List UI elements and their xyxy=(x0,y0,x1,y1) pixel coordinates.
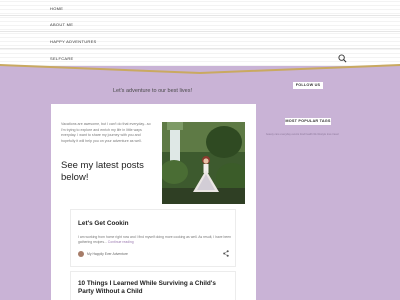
nav-divider xyxy=(0,48,400,49)
nav-item-selfcare[interactable]: SELFCARE xyxy=(50,56,74,61)
post-card[interactable]: 10 Things I Learned While Surviving a Ch… xyxy=(70,271,236,300)
latest-posts-heading: See my latest posts below! xyxy=(61,160,144,183)
nav-divider xyxy=(0,15,400,16)
author-avatar xyxy=(78,251,84,257)
post-card[interactable]: Let's Get Cookin I am working from home … xyxy=(70,209,236,267)
intro-text: Vacations are awesome, but I can't do th… xyxy=(61,122,151,143)
main-content-card: Vacations are awesome, but I can't do th… xyxy=(51,104,256,300)
post-excerpt: I am working from home right now and I f… xyxy=(78,235,232,244)
share-icon[interactable] xyxy=(223,250,229,257)
follow-us-widget-title: FOLLOW US xyxy=(293,82,323,89)
hero-photo xyxy=(162,122,245,204)
header-gold-chevron xyxy=(0,64,400,74)
post-title[interactable]: Let's Get Cookin xyxy=(78,220,228,228)
post-author[interactable]: My Happily Ever Adventure xyxy=(87,252,128,256)
nav-item-home[interactable]: HOME xyxy=(50,6,63,11)
site-tagline: Let's adventure to our best lives! xyxy=(112,88,192,94)
nav-divider xyxy=(0,31,400,32)
nav-item-about-me[interactable]: ABOUT ME xyxy=(50,22,73,27)
search-icon[interactable] xyxy=(338,54,347,63)
post-title[interactable]: 10 Things I Learned While Surviving a Ch… xyxy=(78,280,228,296)
popular-tags-widget-title: MOST POPULAR TAGS xyxy=(285,118,331,125)
continue-reading-link[interactable]: Continue reading xyxy=(108,240,134,244)
popular-tags-list[interactable]: beauty care everyday events food health … xyxy=(266,133,390,137)
nav-item-happy-adventures[interactable]: HAPPY ADVENTURES xyxy=(50,39,97,44)
